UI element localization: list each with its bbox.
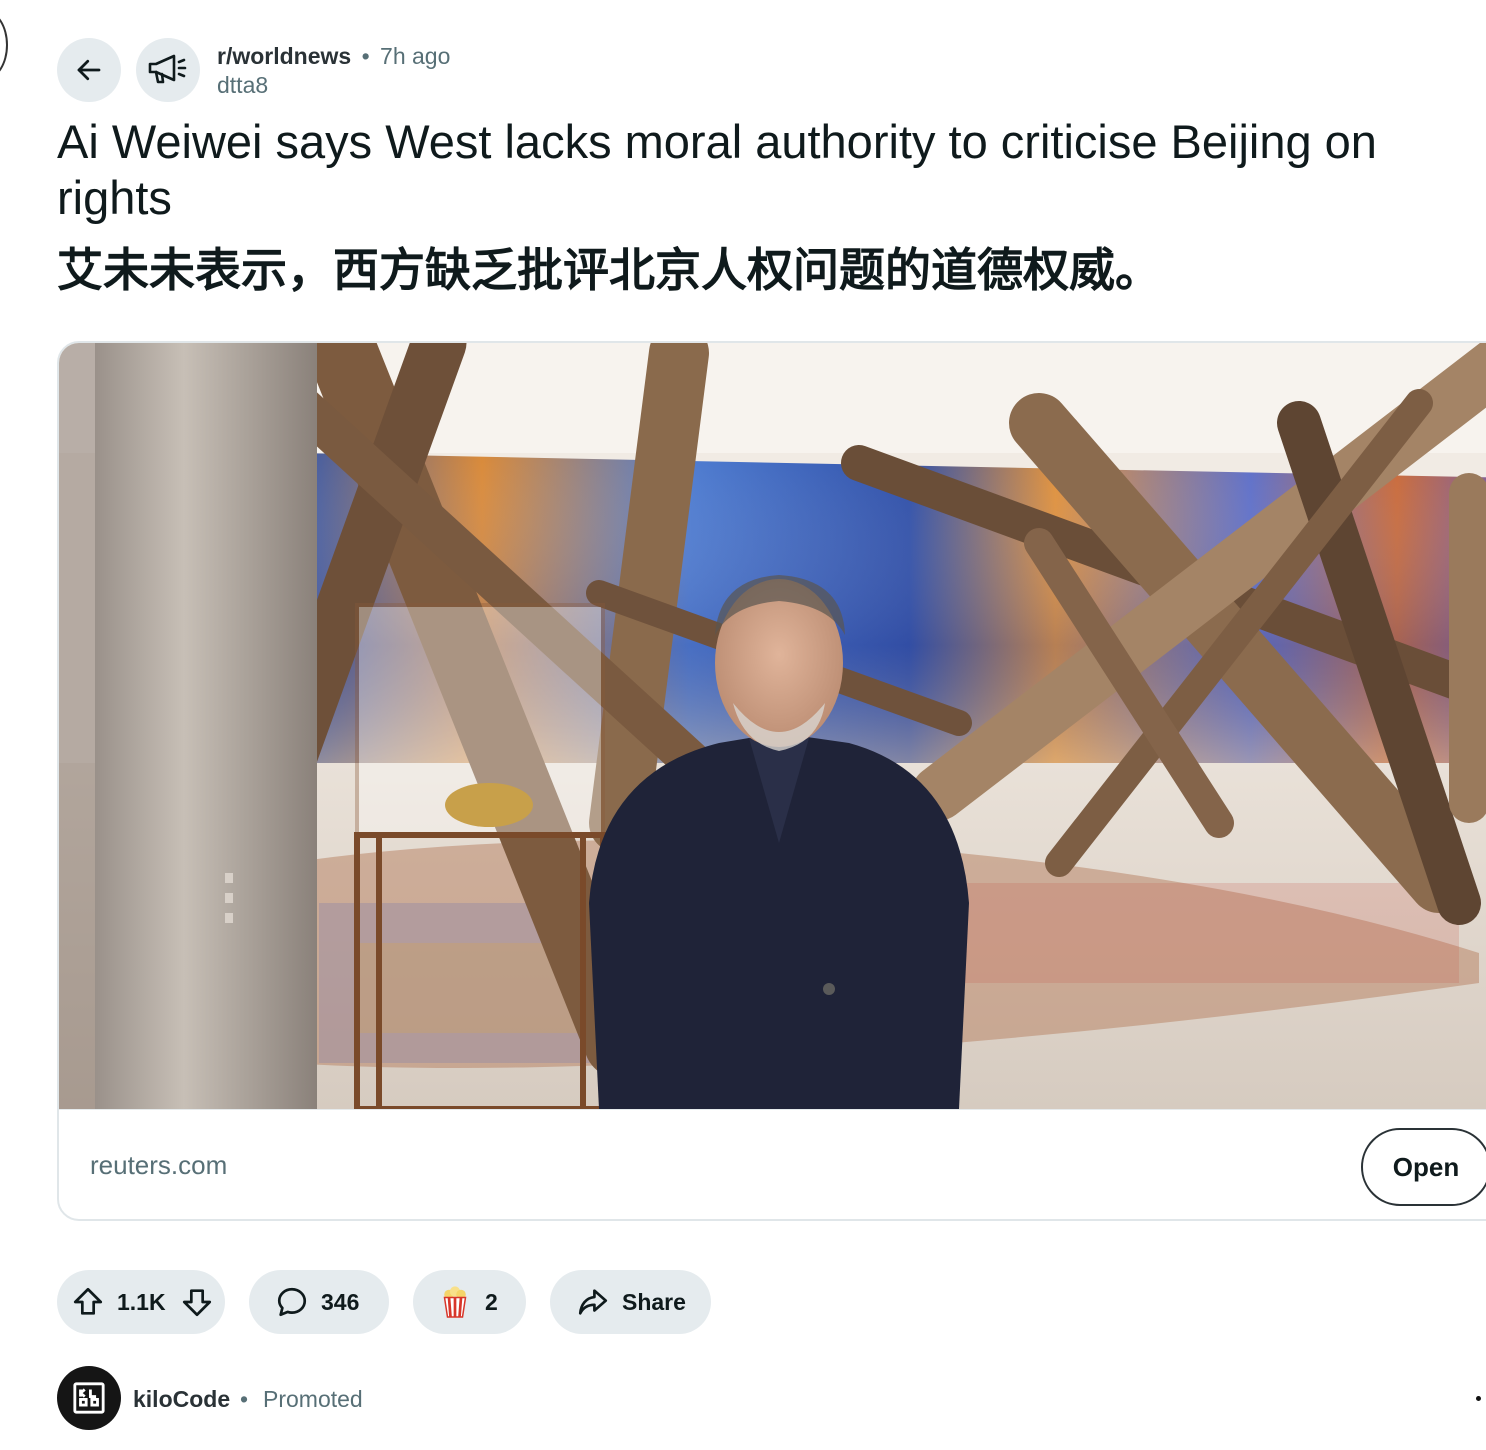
meta-separator: • [361, 43, 370, 69]
arrow-up-icon[interactable] [71, 1285, 105, 1319]
share-label: Share [622, 1288, 686, 1315]
subreddit-link[interactable]: r/worldnews [217, 43, 351, 69]
promoted-label: Promoted [263, 1386, 363, 1412]
speech-bubble-icon [277, 1287, 307, 1317]
award-count: 2 [485, 1288, 498, 1315]
megaphone-icon [148, 54, 187, 84]
comments-button[interactable]: 346 [249, 1270, 389, 1334]
open-link-button[interactable]: Open [1361, 1128, 1486, 1206]
post-meta: r/worldnews • 7h ago dtta8 [217, 42, 450, 100]
arrow-down-icon[interactable] [180, 1285, 214, 1319]
promoted-account-name[interactable]: kiloCode [133, 1386, 230, 1413]
link-card-footer: reuters.com Open [59, 1109, 1486, 1219]
award-button[interactable]: 2 [413, 1270, 526, 1334]
vote-count: 1.1K [117, 1288, 166, 1315]
more-options-icon[interactable] [1476, 1396, 1481, 1401]
link-domain[interactable]: reuters.com [90, 1150, 227, 1181]
kilocode-logo-icon [73, 1382, 105, 1414]
post-title-translation: 艾未未表示，西方缺乏批评北京人权问题的道德权威。 [57, 244, 1161, 296]
vote-control: 1.1K [57, 1270, 225, 1334]
back-button[interactable] [57, 38, 121, 102]
post-time: 7h ago [380, 43, 451, 69]
promoted-post-header[interactable]: kiloCode • Promoted [57, 1366, 1481, 1432]
arrow-left-icon [77, 59, 101, 81]
subreddit-avatar[interactable] [136, 38, 200, 102]
share-button[interactable]: Share [550, 1270, 711, 1334]
popcorn-icon [443, 1286, 467, 1318]
comment-count: 346 [321, 1288, 360, 1315]
share-arrow-icon [578, 1289, 608, 1315]
link-preview-card[interactable]: reuters.com Open [57, 341, 1486, 1221]
post-title: Ai Weiwei says West lacks moral authorit… [57, 115, 1377, 224]
promoted-avatar[interactable] [57, 1366, 121, 1430]
window-edge-control [0, 10, 8, 80]
promoted-separator: • [240, 1386, 249, 1412]
post-author[interactable]: dtta8 [217, 70, 450, 100]
article-thumbnail-image[interactable] [59, 343, 1486, 1109]
